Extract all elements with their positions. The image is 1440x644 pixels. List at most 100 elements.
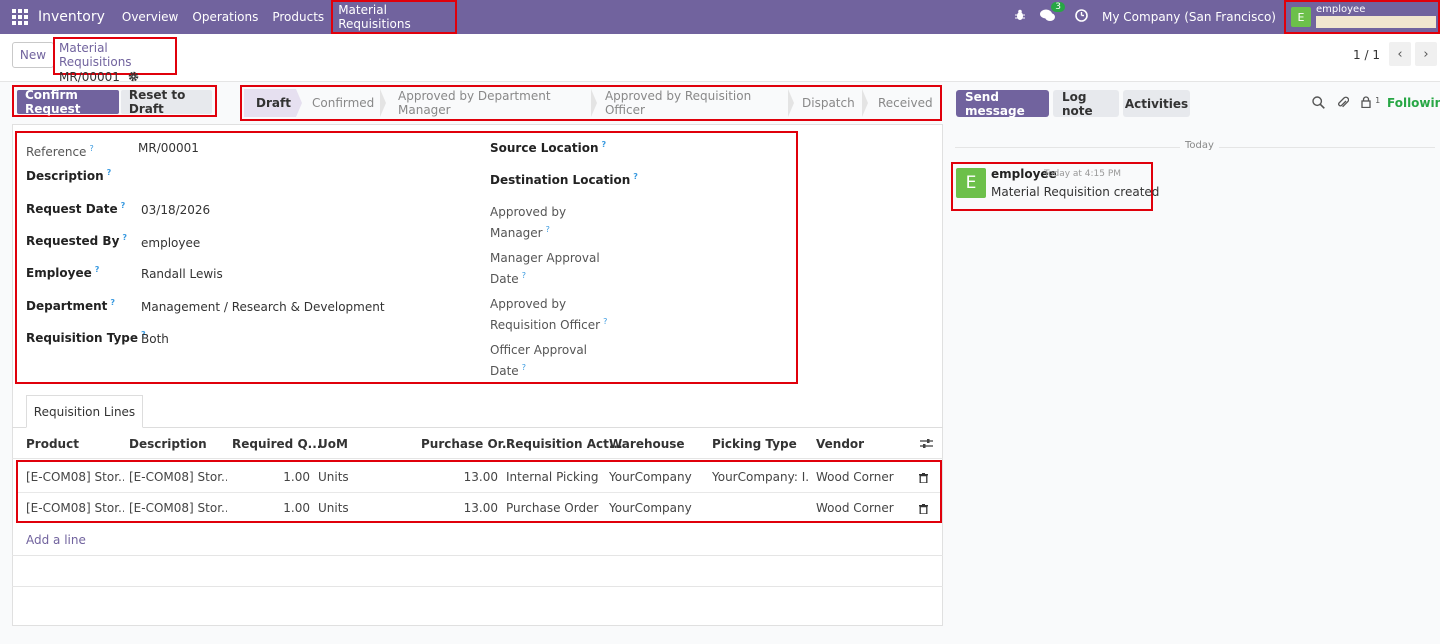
pager-value[interactable]: 1 / 1 [1353,48,1380,62]
cell-product[interactable]: [E-COM08] Stor... [26,501,124,515]
approved-by-requisition-officer-label: Approved by Requisition Officer? [490,297,608,332]
apps-menu-icon[interactable] [12,9,28,25]
record-name: MR/00001 [59,70,120,84]
messages-icon[interactable]: 3 [1040,1,1066,26]
tab-requisition-lines[interactable]: Requisition Lines [26,395,143,428]
requested-by-label: Requested By? [26,233,128,248]
table-header-divider [12,458,943,459]
trash-icon[interactable] [919,503,928,515]
user-menu[interactable]: E employee [1284,0,1440,34]
clock-icon[interactable] [1075,8,1088,26]
column-product[interactable]: Product [26,437,79,451]
row-divider [18,492,940,493]
reference-label: Reference? [26,144,94,159]
nav-operations[interactable]: Operations [185,0,265,34]
cell-requisition-action[interactable]: Purchase Order [506,501,604,515]
column-warehouse[interactable]: Warehouse [609,437,685,451]
stage-draft[interactable]: Draft [244,89,302,117]
column-picking-type[interactable]: Picking Type [712,437,797,451]
cell-uom[interactable]: Units [318,470,378,484]
send-message-button[interactable]: Send message [956,90,1049,118]
nav-material-requisitions[interactable]: Material Requisitions [331,0,458,34]
gear-icon[interactable] [128,70,139,86]
stage-approved-by-requisition-officer[interactable]: Approved by Requisition Officer [591,89,795,117]
add-a-line-link[interactable]: Add a line [26,533,86,547]
date-separator-label: Today [1180,140,1219,151]
user-redacted-bar [1316,16,1436,28]
stage-approved-by-department-manager[interactable]: Approved by Department Manager [380,89,597,117]
paperclip-icon[interactable] [1337,96,1350,113]
column-required-qty[interactable]: Required Q... [232,437,321,451]
chevron-left-icon: ‹ [1397,46,1403,62]
user-avatar: E [1291,7,1311,27]
employee-field[interactable]: Randall Lewis [141,267,223,281]
requisition-type-label: Requisition Type? [26,330,146,345]
nav-products[interactable]: Products [265,0,331,34]
cell-purchase-order-qty[interactable]: 13.00 [420,470,498,484]
breadcrumb: Material Requisitions MR/00001 [53,37,177,84]
destination-location-label: Destination Location? [490,172,638,187]
bug-icon[interactable] [1014,9,1026,25]
log-note-button[interactable]: Log note [1053,90,1119,118]
confirm-request-button[interactable]: Confirm Request [17,88,119,116]
message-body: Material Requisition created [991,185,1160,199]
cell-picking-type[interactable]: YourCompany: I... [712,470,810,484]
column-vendor[interactable]: Vendor [816,437,864,451]
company-switcher[interactable]: My Company (San Francisco) [1102,10,1276,24]
following-button[interactable]: Following [1387,96,1440,110]
reset-to-draft-button[interactable]: Reset to Draft [120,88,212,116]
breadcrumb-parent-link[interactable]: Material Requisitions [59,41,171,69]
pager-next-button[interactable]: › [1415,42,1437,66]
description-label: Description? [26,168,112,183]
column-requisition-action[interactable]: Requisition Act... [506,437,623,451]
followers-lock-icon[interactable]: 1 [1361,96,1380,112]
cell-description[interactable]: [E-COM08] Stor... [129,501,227,515]
tab-divider [12,427,943,428]
followers-count: 1 [1375,96,1381,105]
header-buttons: Confirm Request Reset to Draft [12,85,217,117]
message-author-avatar[interactable]: E [956,168,986,198]
chevron-right-icon: › [1423,46,1429,62]
column-purchase-order-qty[interactable]: Purchase Or... [421,437,516,451]
new-button[interactable]: New [12,42,54,68]
stage-dispatch[interactable]: Dispatch [788,89,868,117]
reference-value: MR/00001 [138,141,199,155]
cell-required-qty[interactable]: 1.00 [232,501,310,515]
pager-previous-button[interactable]: ‹ [1389,42,1411,66]
messages-count-badge: 3 [1051,1,1066,12]
cell-purchase-order-qty[interactable]: 13.00 [420,501,498,515]
department-label: Department? [26,298,116,313]
cell-uom[interactable]: Units [318,501,378,515]
approved-by-manager-label: Approved by Manager? [490,205,567,240]
stage-received[interactable]: Received [862,89,938,117]
control-panel: New Material Requisitions MR/00001 1 / 1… [0,34,1440,84]
search-icon[interactable] [1312,96,1325,113]
stage-confirmed[interactable]: Confirmed [296,89,386,117]
cell-warehouse[interactable]: YourCompany [609,501,707,515]
cell-vendor[interactable]: Wood Corner [816,501,914,515]
employee-label: Employee? [26,265,100,280]
cell-required-qty[interactable]: 1.00 [232,470,310,484]
column-description[interactable]: Description [129,437,207,451]
cell-warehouse[interactable]: YourCompany [609,470,707,484]
source-location-label: Source Location? [490,140,607,155]
requested-by-field[interactable]: employee [141,236,200,250]
activities-button[interactable]: Activities [1123,90,1190,117]
form-fields-group [15,131,798,384]
nav-overview[interactable]: Overview [115,0,186,34]
column-settings-icon[interactable] [920,438,933,452]
top-navbar: Inventory Overview Operations Products M… [0,0,1440,34]
column-uom[interactable]: UoM [318,437,348,451]
requisition-type-field[interactable]: Both [141,332,169,346]
department-field[interactable]: Management / Research & Development [141,300,385,314]
app-brand[interactable]: Inventory [38,9,105,25]
cell-description[interactable]: [E-COM08] Stor... [129,470,227,484]
officer-approval-date-label: Officer Approval Date? [490,343,588,378]
table-footer-divider [12,586,943,587]
cell-product[interactable]: [E-COM08] Stor... [26,470,124,484]
cell-requisition-action[interactable]: Internal Picking [506,470,604,484]
trash-icon[interactable] [919,472,928,484]
request-date-field[interactable]: 03/18/2026 [141,203,210,217]
cell-vendor[interactable]: Wood Corner [816,470,914,484]
table-footer-divider [12,555,943,556]
